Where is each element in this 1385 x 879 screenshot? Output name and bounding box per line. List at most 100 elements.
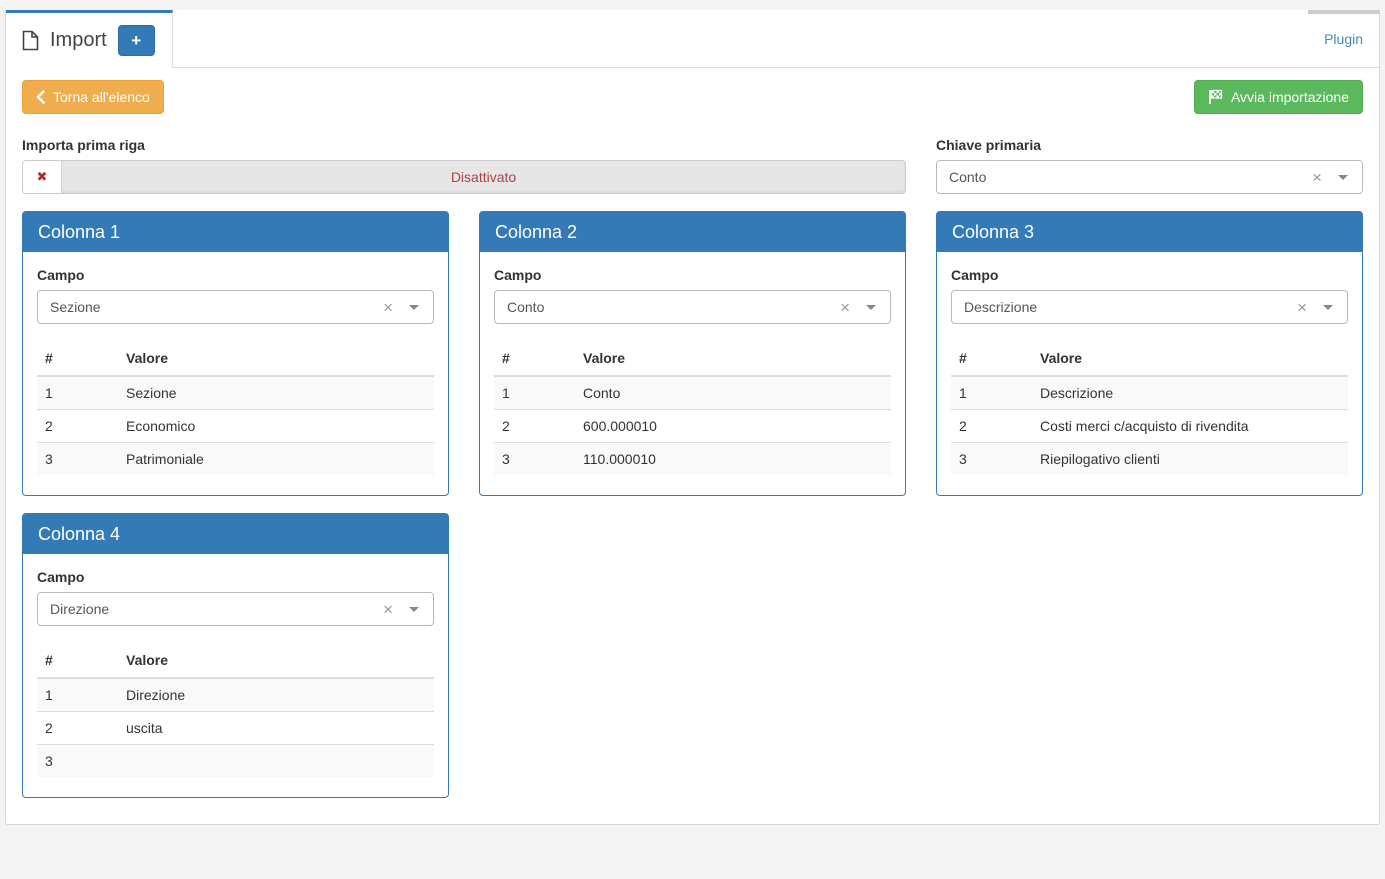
- table-header-valore: Valore: [1032, 341, 1348, 376]
- chevron-down-icon[interactable]: [1338, 175, 1348, 180]
- panel-body: Campo Descrizione × # Valore: [937, 252, 1362, 475]
- row-value: Conto: [575, 376, 891, 410]
- campo-label: Campo: [37, 267, 434, 283]
- table-row: 2 600.000010: [494, 410, 891, 443]
- values-table: # Valore 1 Direzione 2 uscita: [37, 643, 434, 777]
- row-index: 1: [37, 376, 118, 410]
- add-tab-button[interactable]: +: [118, 25, 155, 56]
- clear-icon[interactable]: ×: [383, 299, 393, 316]
- primary-key-select[interactable]: Conto ×: [936, 160, 1363, 194]
- values-table: # Valore 1 Sezione 2 Economico: [37, 341, 434, 475]
- chevron-down-icon[interactable]: [409, 305, 419, 310]
- back-button[interactable]: Torna all'elenco: [22, 80, 164, 114]
- row-value: Sezione: [118, 376, 434, 410]
- row-value: 110.000010: [575, 443, 891, 476]
- clear-icon[interactable]: ×: [840, 299, 850, 316]
- campo-select[interactable]: Conto ×: [494, 290, 891, 324]
- chevron-down-icon[interactable]: [866, 305, 876, 310]
- panel-title: Colonna 2: [480, 212, 905, 252]
- panel-title: Colonna 1: [23, 212, 448, 252]
- import-first-row-label: Importa prima riga: [22, 137, 906, 153]
- toolbar: Torna all'elenco Avvia importazion: [22, 80, 1363, 114]
- table-row: 2 Costi merci c/acquisto di rivendita: [951, 410, 1348, 443]
- table-row: 3 Patrimoniale: [37, 443, 434, 476]
- campo-select[interactable]: Direzione ×: [37, 592, 434, 626]
- content-area: Torna all'elenco Avvia importazion: [6, 68, 1379, 824]
- back-button-label: Torna all'elenco: [53, 89, 150, 105]
- tab-plugin[interactable]: Plugin: [1308, 10, 1379, 67]
- table-row: 1 Descrizione: [951, 376, 1348, 410]
- row-value: 600.000010: [575, 410, 891, 443]
- row-value: uscita: [118, 712, 434, 745]
- row-index: 3: [951, 443, 1032, 476]
- form-grid: Importa prima riga ✖ Disattivato Chiave …: [22, 137, 1363, 798]
- campo-select-value: Direzione: [50, 601, 109, 617]
- primary-key-label: Chiave primaria: [936, 137, 1363, 153]
- clear-icon[interactable]: ×: [1297, 299, 1307, 316]
- row-index: 2: [951, 410, 1032, 443]
- file-icon: [22, 30, 39, 51]
- campo-select[interactable]: Sezione ×: [37, 290, 434, 324]
- row-index: 3: [494, 443, 575, 476]
- main-card: Import + Plugin Torna all'elenco: [5, 10, 1380, 825]
- panel-body: Campo Sezione × # Valore: [23, 252, 448, 475]
- row-value: Direzione: [118, 678, 434, 712]
- row-value: Riepilogativo clienti: [1032, 443, 1348, 476]
- column-panel-1: Colonna 1 Campo Sezione × # Valore: [22, 211, 449, 496]
- chevron-down-icon[interactable]: [1323, 305, 1333, 310]
- row-index: 1: [494, 376, 575, 410]
- switch-state-label[interactable]: Disattivato: [62, 161, 905, 193]
- table-header-row: # Valore: [951, 341, 1348, 376]
- row-value: Descrizione: [1032, 376, 1348, 410]
- table-header-num: #: [37, 643, 118, 678]
- switch-off-icon[interactable]: ✖: [23, 161, 62, 193]
- values-table: # Valore 1 Conto 2 600.000010: [494, 341, 891, 475]
- table-header-num: #: [494, 341, 575, 376]
- campo-select-value: Sezione: [50, 299, 101, 315]
- table-row: 3 Riepilogativo clienti: [951, 443, 1348, 476]
- table-header-valore: Valore: [118, 341, 434, 376]
- row-index: 2: [37, 712, 118, 745]
- table-header-num: #: [37, 341, 118, 376]
- row-value: Patrimoniale: [118, 443, 434, 476]
- table-header-num: #: [951, 341, 1032, 376]
- table-row: 2 Economico: [37, 410, 434, 443]
- primary-key-select-value: Conto: [949, 169, 986, 185]
- start-import-button[interactable]: Avvia importazione: [1194, 80, 1363, 114]
- row-value: Costi merci c/acquisto di rivendita: [1032, 410, 1348, 443]
- table-header-valore: Valore: [575, 341, 891, 376]
- table-header-row: # Valore: [37, 341, 434, 376]
- row-index: 2: [494, 410, 575, 443]
- tab-bar: Import + Plugin: [6, 10, 1379, 68]
- panel-title: Colonna 4: [23, 514, 448, 554]
- table-row: 1 Sezione: [37, 376, 434, 410]
- chevron-left-icon: [36, 90, 45, 104]
- tab-plugin-label: Plugin: [1324, 31, 1363, 47]
- column-panel-2: Colonna 2 Campo Conto × # Valore: [479, 211, 906, 496]
- campo-select[interactable]: Descrizione ×: [951, 290, 1348, 324]
- clear-icon[interactable]: ×: [383, 601, 393, 618]
- table-header-row: # Valore: [494, 341, 891, 376]
- flag-icon: [1208, 89, 1223, 105]
- campo-select-value: Conto: [507, 299, 544, 315]
- chevron-down-icon[interactable]: [409, 607, 419, 612]
- import-first-row-switch[interactable]: ✖ Disattivato: [22, 160, 906, 194]
- tab-import[interactable]: Import +: [6, 10, 173, 67]
- tab-import-label: Import: [50, 29, 107, 52]
- import-first-row-group: Importa prima riga ✖ Disattivato: [22, 137, 906, 194]
- campo-label: Campo: [951, 267, 1348, 283]
- row-index: 1: [37, 678, 118, 712]
- campo-select-value: Descrizione: [964, 299, 1037, 315]
- panel-title: Colonna 3: [937, 212, 1362, 252]
- panel-body: Campo Direzione × # Valore: [23, 554, 448, 777]
- campo-label: Campo: [494, 267, 891, 283]
- table-header-row: # Valore: [37, 643, 434, 678]
- table-row: 2 uscita: [37, 712, 434, 745]
- row-index: 1: [951, 376, 1032, 410]
- column-panel-3: Colonna 3 Campo Descrizione × # Valore: [936, 211, 1363, 496]
- panel-body: Campo Conto × # Valore: [480, 252, 905, 475]
- clear-icon[interactable]: ×: [1312, 169, 1322, 186]
- values-table: # Valore 1 Descrizione 2 Costi mer: [951, 341, 1348, 475]
- campo-label: Campo: [37, 569, 434, 585]
- row-index: 3: [37, 745, 118, 778]
